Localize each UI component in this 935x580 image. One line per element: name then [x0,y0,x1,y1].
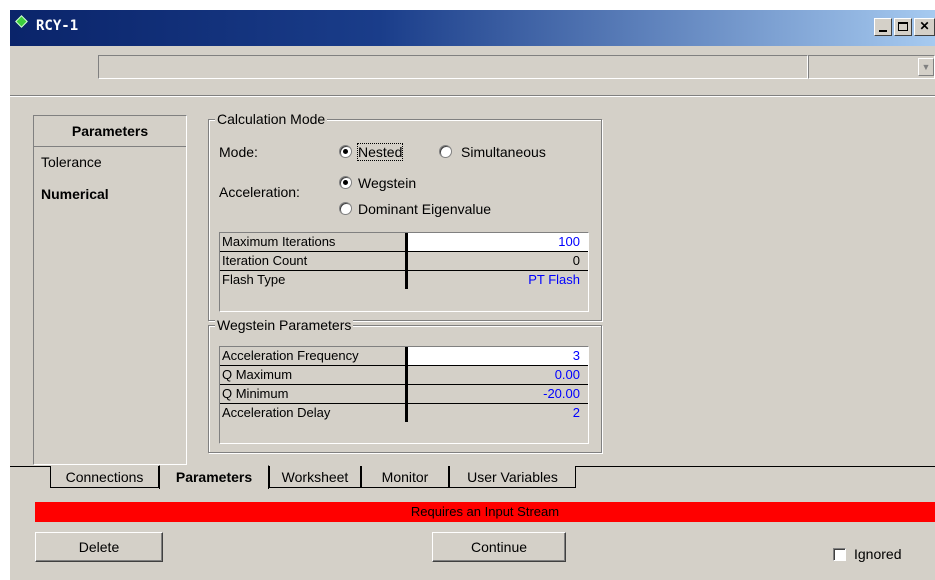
title-bar[interactable]: RCY-1 ✕ [10,10,935,46]
delete-button[interactable]: Delete [35,532,163,562]
maximize-icon [898,22,908,31]
table-row: Acceleration Frequency 3 [220,347,588,366]
acceleration-label: Acceleration: [219,184,300,200]
close-button[interactable]: ✕ [914,18,935,36]
acceleration-wegstein-radio[interactable] [339,176,352,189]
max-iterations-input[interactable]: 100 [405,233,588,251]
status-bar: Requires an Input Stream [35,502,935,522]
row-label: Acceleration Frequency [222,348,359,363]
recycle-window: RCY-1 ✕ ▼ Parameters Tolerance Numerical… [10,10,935,580]
continue-button[interactable]: Continue [432,532,566,562]
mode-nested-radio[interactable] [339,145,352,158]
table-row: Acceleration Delay 2 [220,404,588,423]
wegstein-params-table: Acceleration Frequency 3 Q Maximum 0.00 … [219,346,589,444]
table-row: Flash Type PT Flash [220,271,588,290]
close-icon: ✕ [919,19,930,33]
window-title: RCY-1 [36,18,79,34]
row-label: Iteration Count [222,253,308,268]
mode-simultaneous-radio[interactable] [439,145,452,158]
calculation-mode-title: Calculation Mode [215,111,328,127]
q-minimum-input[interactable]: -20.00 [405,385,588,403]
row-label: Maximum Iterations [222,234,336,249]
tab-monitor[interactable]: Monitor [361,466,449,488]
table-row: Q Minimum -20.00 [220,385,588,404]
calc-params-table: Maximum Iterations 100 Iteration Count 0… [219,232,589,312]
acceleration-wegstein-label[interactable]: Wegstein [358,175,416,191]
row-label: Q Minimum [222,386,289,401]
row-label: Flash Type [222,272,286,287]
window-icon [15,15,28,28]
minimize-button[interactable] [874,18,892,36]
wegstein-parameters-title: Wegstein Parameters [215,317,354,333]
acceleration-delay-input[interactable]: 2 [405,404,588,422]
operation-name-field[interactable] [98,55,808,79]
iteration-count-value: 0 [405,252,588,270]
tab-user-variables[interactable]: User Variables [449,466,576,488]
table-row: Maximum Iterations 100 [220,233,588,252]
fluid-package-dropdown[interactable]: ▼ [808,55,935,79]
page-list: Parameters Tolerance Numerical [33,115,187,465]
acceleration-frequency-input[interactable]: 3 [405,347,588,365]
ignored-label[interactable]: Ignored [854,546,901,562]
calculation-mode-group: Calculation Mode Mode: Nested Simultaneo… [208,111,602,321]
table-row: Q Maximum 0.00 [220,366,588,385]
row-label: Acceleration Delay [222,405,331,420]
tab-strip: Connections Parameters Worksheet Monitor… [10,465,935,490]
tab-worksheet[interactable]: Worksheet [269,466,361,488]
maximize-button[interactable] [894,18,912,36]
acceleration-eigenvalue-radio[interactable] [339,202,352,215]
tab-parameters[interactable]: Parameters [159,465,269,489]
header-divider [10,95,935,97]
table-row: Iteration Count 0 [220,252,588,271]
ignored-checkbox[interactable] [833,548,846,561]
wegstein-parameters-group: Wegstein Parameters Acceleration Frequen… [208,317,602,453]
page-list-item-tolerance[interactable]: Tolerance [41,154,102,170]
acceleration-eigenvalue-label[interactable]: Dominant Eigenvalue [358,201,491,217]
mode-nested-label[interactable]: Nested [356,143,404,161]
minimize-icon [879,30,887,32]
mode-label: Mode: [219,144,258,160]
dropdown-arrow-icon[interactable]: ▼ [918,58,934,76]
tab-connections[interactable]: Connections [50,466,159,488]
row-label: Q Maximum [222,367,293,382]
flash-type-input[interactable]: PT Flash [405,271,588,289]
page-list-header: Parameters [34,116,186,147]
q-maximum-input[interactable]: 0.00 [405,366,588,384]
mode-simultaneous-label[interactable]: Simultaneous [461,144,546,160]
page-list-item-numerical[interactable]: Numerical [41,186,109,202]
